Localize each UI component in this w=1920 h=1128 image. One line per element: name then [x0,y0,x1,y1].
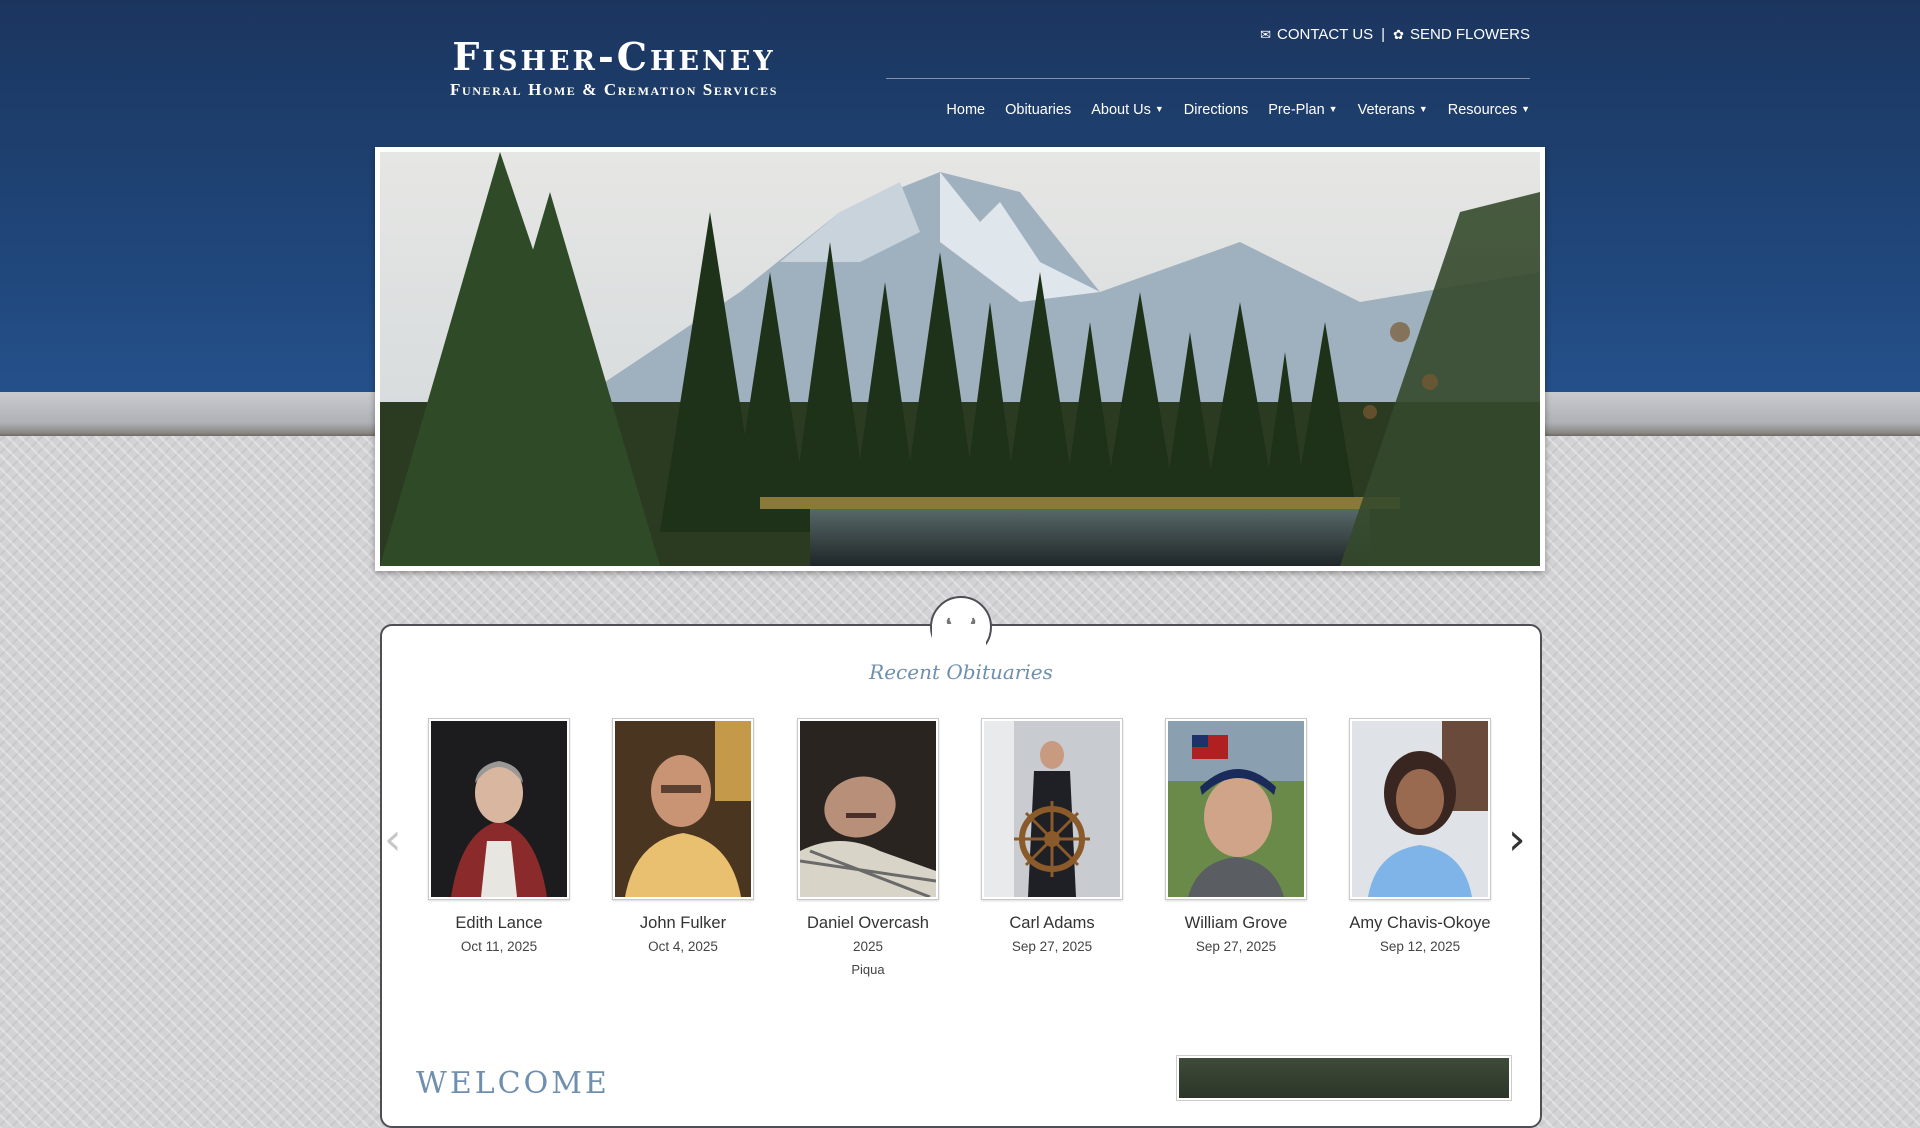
nav-obituaries[interactable]: Obituaries [1005,102,1071,118]
obituary-photo[interactable] [1349,718,1491,900]
site-logo[interactable]: Fisher-Cheney Funeral Home & Cremation S… [406,36,822,100]
welcome-heading: WELCOME [416,1066,610,1101]
emblem-join [932,624,986,658]
obituary-date: Sep 12, 2025 [1379,939,1461,954]
contact-us-label: CONTACT US [1277,26,1374,43]
logo-title: Fisher-Cheney [452,34,776,79]
obituary-card[interactable]: Daniel Overcash 2025 Piqua [780,718,956,977]
send-flowers-label: SEND FLOWERS [1409,26,1530,43]
obituary-card[interactable]: Carl Adams Sep 27, 2025 [964,718,1140,954]
obituary-card[interactable]: Edith Lance Oct 11, 2025 [411,718,587,954]
obituary-card[interactable]: John Fulker Oct 4, 2025 [595,718,771,954]
chevron-left-icon[interactable]: ‹ [384,818,402,862]
caret-down-icon: ▼ [1521,104,1530,114]
welcome-photo [1176,1055,1512,1101]
obituary-name[interactable]: John Fulker [595,914,771,933]
obituary-date: Sep 27, 2025 [1195,939,1277,954]
nav-pre-plan[interactable]: Pre-Plan ▼ [1268,102,1337,118]
main-nav: Home Obituaries About Us ▼ Directions Pre… [946,102,1530,118]
obituary-card[interactable]: Amy Chavis-Okoye Sep 12, 2025 [1332,718,1508,954]
obituary-date: Oct 4, 2025 [648,939,718,954]
hero-landscape-image [380,152,1540,566]
chevron-right-icon[interactable]: › [1508,818,1526,862]
flower-icon: ✿ [1393,26,1404,42]
obituary-photo[interactable] [428,718,570,900]
nav-label: Obituaries [1005,102,1072,118]
nav-home[interactable]: Home [946,102,985,118]
logo-subtitle: Funeral Home & Cremation Services [449,80,778,99]
send-flowers-link[interactable]: ✿ SEND FLOWERS [1393,26,1530,43]
obituary-name[interactable]: Edith Lance [411,914,587,933]
obituary-name[interactable]: William Grove [1148,914,1324,933]
obituary-name[interactable]: Daniel Overcash [780,914,956,933]
obituary-photo[interactable] [981,718,1123,900]
nav-veterans[interactable]: Veterans ▼ [1358,102,1428,118]
nav-label: Resources [1447,102,1518,118]
nav-label: Directions [1183,102,1249,118]
obituary-date: Oct 11, 2025 [460,939,538,954]
nav-label: Pre-Plan [1268,102,1325,118]
caret-down-icon: ▼ [1328,104,1338,114]
obituary-date: 2025 [852,939,884,954]
nav-directions[interactable]: Directions [1184,102,1248,118]
obituary-location: Piqua [851,962,885,977]
hero-banner [375,147,1545,571]
caret-down-icon: ▼ [1154,104,1164,114]
obituary-name[interactable]: Amy Chavis-Okoye [1332,914,1508,933]
utility-links: ✉ CONTACT US | ✿ SEND FLOWERS [1260,26,1530,43]
nav-about-us[interactable]: About Us ▼ [1091,102,1164,118]
obituary-photo[interactable] [1165,718,1307,900]
obituary-card[interactable]: William Grove Sep 27, 2025 [1148,718,1324,954]
obituary-photo[interactable] [797,718,939,900]
recent-obituaries-title: Recent Obituaries [869,660,1053,684]
envelope-icon: ✉ [1260,26,1272,42]
nav-label: Veterans [1357,102,1415,118]
caret-down-icon: ▼ [1418,104,1428,114]
obituary-photo[interactable] [612,718,754,900]
obituary-name[interactable]: Carl Adams [964,914,1140,933]
utility-separator: | [1381,26,1386,43]
contact-us-link[interactable]: ✉ CONTACT US [1260,26,1373,43]
obituary-date: Sep 27, 2025 [1011,939,1093,954]
nav-label: About Us [1091,102,1151,118]
nav-label: Home [946,102,986,118]
nav-resources[interactable]: Resources ▼ [1448,102,1530,118]
nav-divider [886,78,1530,79]
